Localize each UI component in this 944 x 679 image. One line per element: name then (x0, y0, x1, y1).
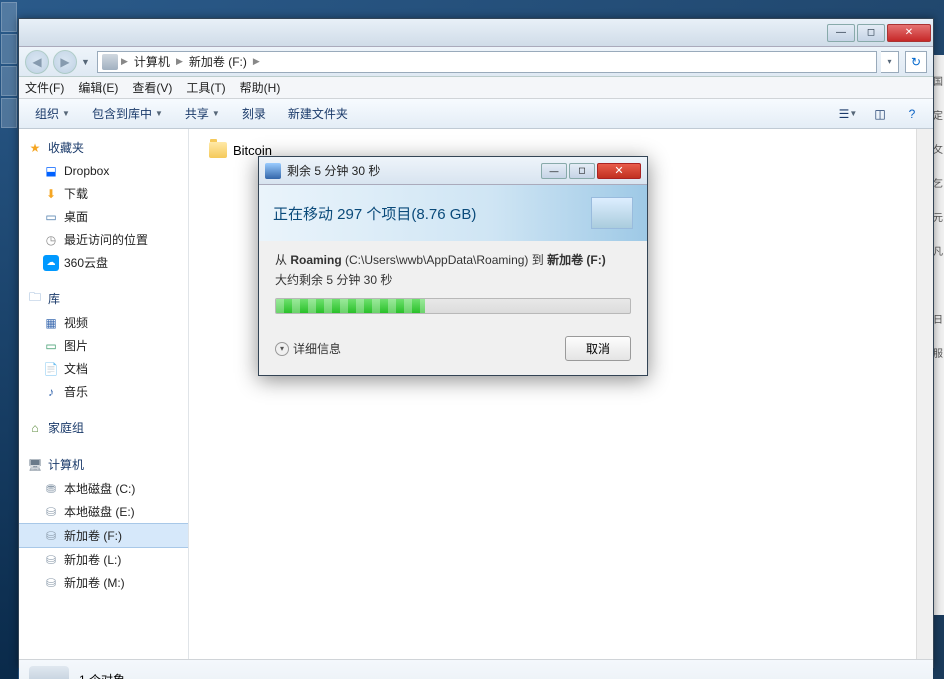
status-bar: 1 个对象 (19, 659, 933, 679)
dropbox-icon: ⬓ (43, 163, 59, 179)
dialog-maximize-button[interactable]: ◻ (569, 163, 595, 179)
view-options-button[interactable]: ☰ ▼ (835, 103, 861, 125)
sidebar-computer-header[interactable]: 🖥计算机 (19, 452, 188, 477)
breadcrumb-drive[interactable]: 新加卷 (F:) (186, 52, 250, 71)
drive-icon: ⛁ (43, 552, 59, 568)
toolbar-include-library[interactable]: 包含到库中 ▼ (84, 103, 171, 124)
sidebar-item-documents[interactable]: 📄文档 (19, 357, 188, 380)
copy-animation-icon (591, 197, 633, 229)
music-icon: ♪ (43, 384, 59, 400)
minimize-button[interactable]: — (827, 24, 855, 42)
progress-bar (275, 298, 631, 314)
dialog-close-button[interactable]: ✕ (597, 163, 641, 179)
sidebar-item-dropbox[interactable]: ⬓Dropbox (19, 160, 188, 182)
address-dropdown[interactable]: ▾ (881, 51, 899, 73)
vertical-scrollbar[interactable] (916, 129, 933, 659)
dialog-body: 从 Roaming (C:\Users\wwb\AppData\Roaming)… (259, 241, 647, 328)
sidebar-item-video[interactable]: ▦视频 (19, 311, 188, 334)
star-icon: ★ (27, 140, 43, 156)
dialog-title: 剩余 5 分钟 30 秒 (287, 162, 539, 179)
sidebar-item-drive-c[interactable]: ⛃本地磁盘 (C:) (19, 477, 188, 500)
sidebar-item-drive-f[interactable]: ⛁新加卷 (F:) (19, 523, 188, 548)
sidebar-item-music[interactable]: ♪音乐 (19, 380, 188, 403)
sidebar-item-drive-m[interactable]: ⛁新加卷 (M:) (19, 571, 188, 594)
computer-icon: 🖥 (27, 457, 43, 473)
navigation-pane: ★收藏夹 ⬓Dropbox ⬇下载 ▭桌面 ◷最近访问的位置 ☁360云盘 🗀库… (19, 129, 189, 659)
breadcrumb-sep-icon: ▶ (121, 56, 128, 67)
menu-file[interactable]: 文件(F) (25, 79, 64, 96)
document-icon: 📄 (43, 361, 59, 377)
dialog-details-toggle[interactable]: ▾ 详细信息 (275, 340, 341, 357)
desktop-icon: ▭ (43, 209, 59, 225)
sidebar-item-desktop[interactable]: ▭桌面 (19, 205, 188, 228)
dialog-header-band: 正在移动 297 个项目(8.76 GB) (259, 185, 647, 241)
sidebar-item-downloads[interactable]: ⬇下载 (19, 182, 188, 205)
library-icon: 🗀 (27, 291, 43, 307)
chevron-down-icon: ▾ (275, 342, 289, 356)
toolbar-burn[interactable]: 刻录 (234, 103, 274, 124)
download-icon: ⬇ (43, 186, 59, 202)
drive-icon: ⛃ (43, 481, 59, 497)
dialog-app-icon (265, 163, 281, 179)
close-button[interactable]: ✕ (887, 24, 931, 42)
breadcrumb-computer[interactable]: 计算机 (131, 52, 173, 71)
pictures-icon: ▭ (43, 338, 59, 354)
dialog-titlebar[interactable]: 剩余 5 分钟 30 秒 — ◻ ✕ (259, 157, 647, 185)
toolbar-new-folder[interactable]: 新建文件夹 (280, 103, 356, 124)
drive-icon: ⛁ (43, 575, 59, 591)
folder-icon (209, 142, 227, 158)
desktop-taskbar-left (0, 0, 18, 679)
toolbar-organize[interactable]: 组织 ▼ (27, 103, 78, 124)
breadcrumb-sep-icon: ▶ (176, 56, 183, 67)
menu-tools[interactable]: 工具(T) (186, 79, 225, 96)
sidebar-item-drive-l[interactable]: ⛁新加卷 (L:) (19, 548, 188, 571)
drive-large-icon (29, 666, 69, 679)
video-icon: ▦ (43, 315, 59, 331)
status-item-count: 1 个对象 (79, 671, 125, 679)
address-bar[interactable]: ▶ 计算机 ▶ 新加卷 (F:) ▶ (97, 51, 877, 73)
dialog-cancel-button[interactable]: 取消 (565, 336, 631, 361)
sidebar-item-recent[interactable]: ◷最近访问的位置 (19, 228, 188, 251)
drive-icon: ⛁ (43, 504, 59, 520)
menu-help[interactable]: 帮助(H) (240, 79, 281, 96)
dialog-footer: ▾ 详细信息 取消 (259, 328, 647, 375)
drive-icon (102, 54, 118, 70)
nav-history-dropdown[interactable]: ▼ (81, 57, 93, 67)
toolbar-share[interactable]: 共享 ▼ (177, 103, 228, 124)
breadcrumb-sep-icon: ▶ (253, 56, 260, 67)
maximize-button[interactable]: ◻ (857, 24, 885, 42)
refresh-button[interactable]: ↻ (905, 51, 927, 73)
dialog-from-to-line: 从 Roaming (C:\Users\wwb\AppData\Roaming)… (275, 251, 631, 268)
recent-icon: ◷ (43, 232, 59, 248)
window-titlebar[interactable]: — ◻ ✕ (19, 19, 933, 47)
sidebar-homegroup-header[interactable]: ⌂家庭组 (19, 415, 188, 440)
nav-forward-button[interactable]: ▶ (53, 50, 77, 74)
drive-icon: ⛁ (43, 528, 59, 544)
sidebar-libraries-header[interactable]: 🗀库 (19, 286, 188, 311)
help-button[interactable]: ? (899, 103, 925, 125)
menu-edit[interactable]: 编辑(E) (78, 79, 118, 96)
navigation-row: ◀ ▶ ▼ ▶ 计算机 ▶ 新加卷 (F:) ▶ ▾ ↻ (19, 47, 933, 77)
menu-bar: 文件(F) 编辑(E) 查看(V) 工具(T) 帮助(H) (19, 77, 933, 99)
homegroup-icon: ⌂ (27, 420, 43, 436)
menu-view[interactable]: 查看(V) (132, 79, 172, 96)
file-move-dialog: 剩余 5 分钟 30 秒 — ◻ ✕ 正在移动 297 个项目(8.76 GB)… (258, 156, 648, 376)
preview-pane-button[interactable]: ◫ (867, 103, 893, 125)
sidebar-item-drive-e[interactable]: ⛁本地磁盘 (E:) (19, 500, 188, 523)
toolbar: 组织 ▼ 包含到库中 ▼ 共享 ▼ 刻录 新建文件夹 ☰ ▼ ◫ ? (19, 99, 933, 129)
dialog-headline: 正在移动 297 个项目(8.76 GB) (273, 203, 476, 224)
sidebar-item-pictures[interactable]: ▭图片 (19, 334, 188, 357)
dialog-eta-line: 大约剩余 5 分钟 30 秒 (275, 271, 631, 288)
sidebar-item-360cloud[interactable]: ☁360云盘 (19, 251, 188, 274)
nav-back-button[interactable]: ◀ (25, 50, 49, 74)
sidebar-favorites-header[interactable]: ★收藏夹 (19, 135, 188, 160)
progress-fill (276, 299, 425, 313)
dialog-minimize-button[interactable]: — (541, 163, 567, 179)
cloud-icon: ☁ (43, 255, 59, 271)
